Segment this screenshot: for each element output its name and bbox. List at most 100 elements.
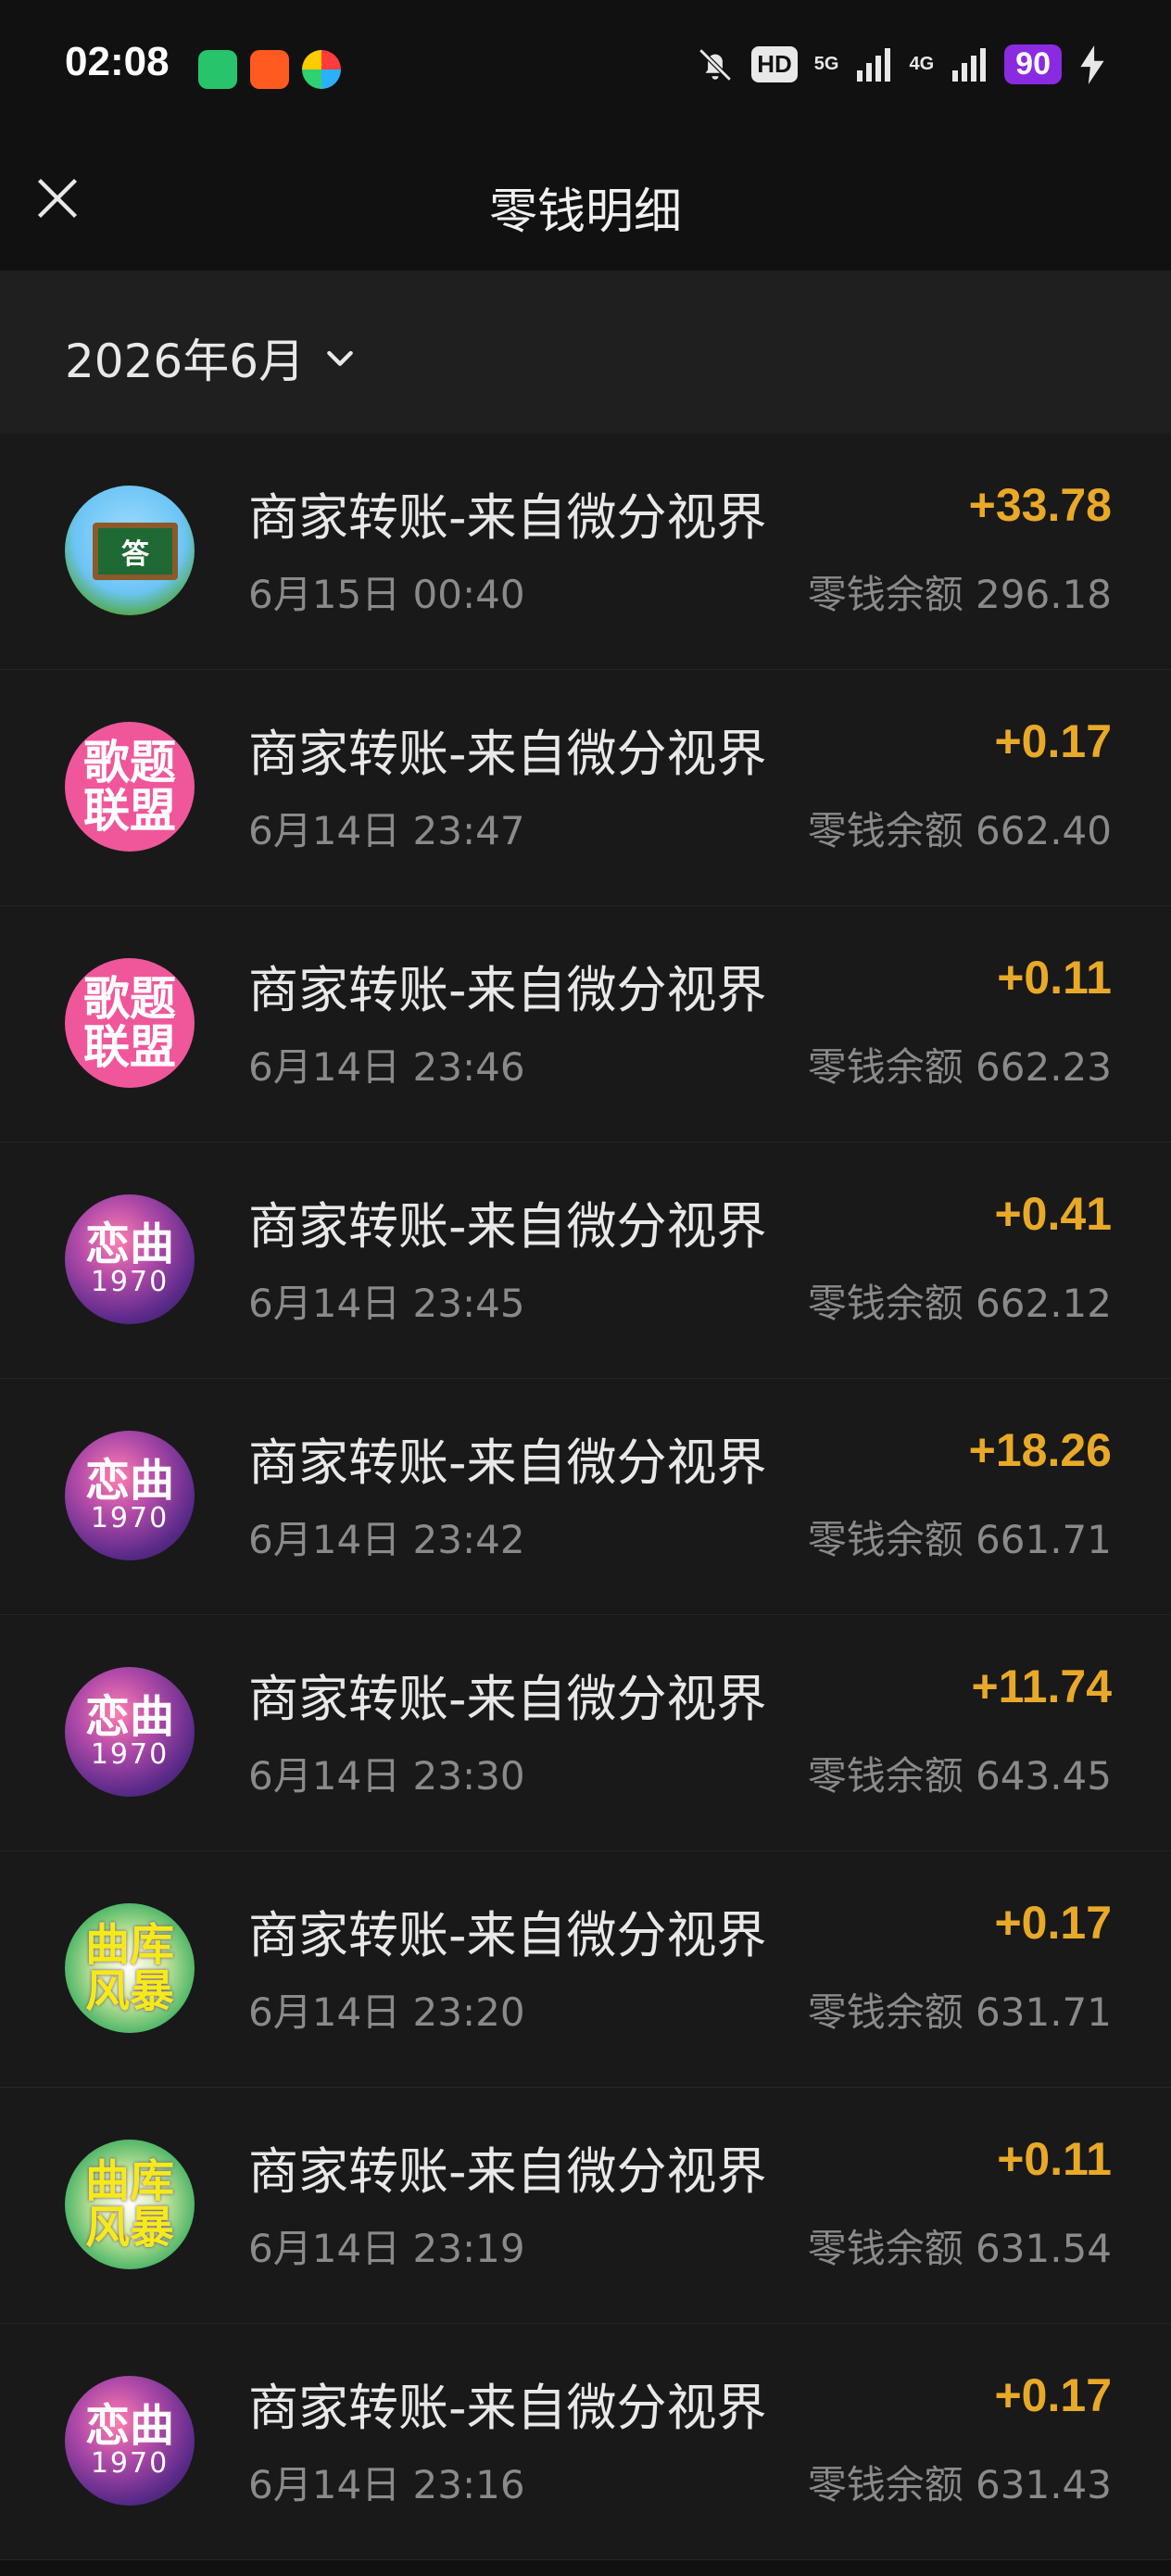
transaction-amount: +0.11 — [997, 2133, 1112, 2185]
avatar-text-line: 1970 — [90, 1738, 170, 1772]
merchant-avatar: 曲库 风暴 — [65, 2140, 195, 2269]
avatar-text-line: 歌题 — [83, 970, 176, 1026]
balance-after: 零钱余额 631.71 — [807, 1989, 1112, 2035]
transaction-time: 6月14日 23:42 — [248, 1517, 525, 1562]
avatar-text-line: 1970 — [90, 1502, 170, 1535]
month-label: 2026年6月 — [65, 335, 306, 388]
merchant-avatar: 曲库 风暴 — [65, 1903, 195, 2033]
transaction-row[interactable]: 恋曲 1970 商家转账-来自微分视界 6月14日 23:30 +11.74 零钱… — [0, 1615, 1171, 1851]
transaction-title: 商家转账-来自微分视界 — [248, 488, 767, 547]
merchant-avatar: 恋曲 1970 — [65, 1667, 195, 1797]
transaction-amount: +33.78 — [968, 479, 1112, 531]
transaction-amount: +11.74 — [971, 1661, 1112, 1712]
balance-after: 零钱余额 631.54 — [807, 2226, 1112, 2271]
transaction-row[interactable]: 答 商家转账-来自微分视界 6月15日 00:40 +33.78 零钱余额 29… — [0, 434, 1171, 670]
page-header: 零钱明细 — [0, 139, 1171, 271]
merchant-avatar: 恋曲 1970 — [65, 1194, 195, 1324]
colorful-app-icon — [302, 50, 341, 89]
signal-bars-icon — [857, 47, 891, 82]
page-title: 零钱明细 — [488, 184, 682, 240]
avatar-text-line: 1970 — [90, 1266, 170, 1299]
avatar-text-line: 歌题 — [83, 734, 176, 789]
avatar-text: 曲库 风暴 — [65, 1903, 195, 2033]
avatar-text-line: 曲库 — [84, 1918, 174, 1971]
transaction-title: 商家转账-来自微分视界 — [248, 725, 767, 783]
signal-4g-label: 4G — [909, 54, 935, 74]
transaction-time: 6月14日 23:16 — [248, 2462, 525, 2507]
signal-bars-icon — [952, 47, 987, 82]
bell-off-icon — [699, 47, 732, 82]
transaction-row[interactable]: 恋曲 1970 商家转账-来自微分视界 6月14日 23:42 +18.26 零钱… — [0, 1379, 1171, 1615]
avatar-text-line: 恋曲 — [84, 1219, 174, 1271]
avatar-text: 恋曲 1970 — [65, 2376, 195, 2506]
transaction-amount: +0.17 — [994, 715, 1112, 767]
battery-app-icon — [198, 50, 237, 89]
avatar-text-line: 1970 — [90, 2447, 170, 2481]
transaction-time: 6月14日 23:19 — [248, 2226, 525, 2271]
avatar-text: 恋曲 1970 — [65, 1194, 195, 1324]
merchant-avatar: 歌题 联盟 — [65, 958, 195, 1088]
avatar-chalkboard-label: 答 — [93, 523, 178, 580]
month-selector[interactable]: 2026年6月 — [65, 324, 359, 391]
transaction-title: 商家转账-来自微分视界 — [248, 961, 767, 1019]
merchant-avatar: 恋曲 1970 — [65, 2376, 195, 2506]
balance-after: 零钱余额 631.43 — [807, 2462, 1112, 2507]
transaction-title: 商家转账-来自微分视界 — [248, 1197, 767, 1256]
transaction-time: 6月14日 23:30 — [248, 1753, 525, 1799]
month-filter-bar: 2026年6月 — [0, 271, 1171, 434]
transaction-time: 6月14日 23:45 — [248, 1281, 525, 1326]
balance-after: 零钱余额 662.23 — [807, 1044, 1112, 1090]
merchant-avatar: 答 — [65, 486, 195, 615]
transaction-amount: +0.17 — [994, 2369, 1112, 2421]
avatar-text: 恋曲 1970 — [65, 1431, 195, 1560]
merchant-avatar: 歌题 联盟 — [65, 722, 195, 852]
transaction-amount: +18.26 — [968, 1424, 1112, 1476]
status-indicators: HD 5G 4G 90 — [696, 44, 1106, 84]
transaction-time: 6月14日 23:20 — [248, 1989, 525, 2035]
transaction-time: 6月15日 00:40 — [248, 572, 525, 617]
transaction-row[interactable]: 歌题 联盟 商家转账-来自微分视界 6月14日 23:46 +0.11 零钱余额 … — [0, 906, 1171, 1143]
avatar-text: 曲库 风暴 — [65, 2140, 195, 2269]
status-time: 02:08 — [65, 39, 170, 84]
balance-after: 零钱余额 296.18 — [807, 572, 1112, 617]
battery-indicator: 90 — [1004, 44, 1062, 84]
transaction-title: 商家转账-来自微分视界 — [248, 1906, 767, 1964]
avatar-text-line: 联盟 — [83, 783, 176, 838]
avatar-text-line: 曲库 — [84, 2154, 174, 2207]
balance-after: 零钱余额 643.45 — [807, 1753, 1112, 1799]
avatar-text: 恋曲 1970 — [65, 1667, 195, 1797]
transaction-title: 商家转账-来自微分视界 — [248, 2379, 767, 2437]
avatar-text: 歌题 联盟 — [65, 722, 195, 852]
transaction-row[interactable]: 恋曲 1970 商家转账-来自微分视界 6月14日 23:45 +0.41 零钱余… — [0, 1143, 1171, 1379]
transaction-title: 商家转账-来自微分视界 — [248, 2142, 767, 2201]
transaction-title: 商家转账-来自微分视界 — [248, 1433, 767, 1492]
chevron-down-icon — [327, 350, 353, 366]
balance-after: 零钱余额 662.12 — [807, 1281, 1112, 1326]
transaction-time: 6月14日 23:47 — [248, 808, 525, 853]
avatar-text-line: 联盟 — [83, 1019, 176, 1074]
status-app-icons — [198, 50, 341, 89]
transaction-amount: +0.11 — [997, 952, 1112, 1004]
transaction-row[interactable]: 曲库 风暴 商家转账-来自微分视界 6月14日 23:20 +0.17 零钱余额 … — [0, 1851, 1171, 2088]
balance-after: 零钱余额 661.71 — [807, 1517, 1112, 1562]
transaction-row[interactable]: 恋曲 1970 商家转账-来自微分视界 6月14日 23:16 +0.17 零钱余… — [0, 2324, 1171, 2560]
transaction-amount: +0.41 — [994, 1188, 1112, 1240]
orange-app-icon — [250, 50, 289, 89]
status-bar: 02:08 HD 5G 4G 90 — [0, 0, 1171, 139]
avatar-text-line: 恋曲 — [84, 1691, 174, 1744]
avatar-text-line: 风暴 — [84, 2202, 174, 2254]
transaction-amount: +0.17 — [994, 1897, 1112, 1949]
bolt-icon — [1080, 44, 1104, 84]
merchant-avatar: 恋曲 1970 — [65, 1431, 195, 1560]
transaction-row[interactable]: 歌题 联盟 商家转账-来自微分视界 6月14日 23:47 +0.17 零钱余额 … — [0, 670, 1171, 906]
avatar-text-line: 风暴 — [84, 1965, 174, 2017]
avatar-text-line: 恋曲 — [84, 1455, 174, 1508]
balance-after: 零钱余额 662.40 — [807, 808, 1112, 853]
transaction-list: 答 商家转账-来自微分视界 6月15日 00:40 +33.78 零钱余额 29… — [0, 434, 1171, 2560]
hd-badge: HD — [751, 46, 798, 82]
avatar-text-line: 恋曲 — [84, 2400, 174, 2453]
transaction-title: 商家转账-来自微分视界 — [248, 1670, 767, 1728]
avatar-text: 歌题 联盟 — [65, 958, 195, 1088]
signal-5g-label: 5G — [813, 54, 839, 74]
transaction-row[interactable]: 曲库 风暴 商家转账-来自微分视界 6月14日 23:19 +0.11 零钱余额 … — [0, 2088, 1171, 2324]
